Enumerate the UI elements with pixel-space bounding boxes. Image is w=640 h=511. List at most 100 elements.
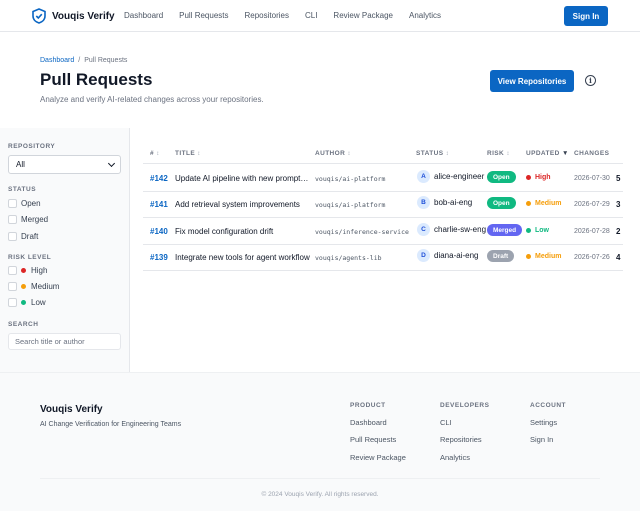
risk-dot-icon xyxy=(526,201,531,206)
shield-check-icon xyxy=(32,8,46,24)
nav-pull-requests[interactable]: Pull Requests xyxy=(179,11,228,20)
risk-option-low[interactable]: Low xyxy=(8,298,46,307)
status-badge: Open xyxy=(487,171,516,183)
table-row[interactable]: #140 Fix model configuration drift vouqis/… xyxy=(0,218,640,244)
pr-author: Aalice-engineer xyxy=(417,170,484,183)
footer-heading-product: PRODUCT xyxy=(350,402,386,409)
avatar: B xyxy=(417,196,430,209)
updated-date: 2026-07-30 xyxy=(574,175,610,182)
table-row[interactable]: #141 Add retrieval system improvements vou… xyxy=(0,191,640,217)
changes-count: 2 xyxy=(616,227,621,236)
risk-dot-icon xyxy=(526,228,531,233)
footer-heading-account: ACCOUNT xyxy=(530,402,566,409)
column-header-status[interactable]: STATUS ↕ xyxy=(416,150,449,157)
risk-label: Low xyxy=(535,227,549,234)
table-row[interactable]: #139 Integrate new tools for agent workfl… xyxy=(0,244,640,270)
changes-count: 5 xyxy=(616,174,621,183)
breadcrumb-current: Pull Requests xyxy=(84,57,128,64)
checkbox[interactable] xyxy=(8,298,17,307)
pr-author: Ddiana-ai-eng xyxy=(417,249,478,262)
nav-review-package[interactable]: Review Package xyxy=(333,11,393,20)
repository-label: REPOSITORY xyxy=(8,143,56,150)
footer-link-settings[interactable]: Settings xyxy=(530,418,557,427)
pr-author: Bbob-ai-eng xyxy=(417,196,472,209)
risk-label: High xyxy=(535,174,551,181)
search-input[interactable]: Search title or author xyxy=(8,333,121,350)
column-header-author[interactable]: AUTHOR ↕ xyxy=(315,150,351,157)
risk-indicator: Medium xyxy=(526,200,561,207)
footer-heading-developers: DEVELOPERS xyxy=(440,402,490,409)
risk-indicator: High xyxy=(526,174,551,181)
pr-number-link[interactable]: #139 xyxy=(150,253,168,262)
avatar: A xyxy=(417,170,430,183)
column-header-number[interactable]: # ↕ xyxy=(150,150,160,157)
footer-link-sign-in[interactable]: Sign In xyxy=(530,435,553,444)
column-header-updated[interactable]: UPDATED ▼ xyxy=(526,150,569,157)
risk-indicator: Medium xyxy=(526,253,561,260)
pr-title[interactable]: Add retrieval system improvements xyxy=(175,200,310,209)
footer-link-pull-requests[interactable]: Pull Requests xyxy=(350,435,396,444)
footer-link-review-package[interactable]: Review Package xyxy=(350,453,406,462)
nav-analytics[interactable]: Analytics xyxy=(409,11,441,20)
breadcrumb-separator: / xyxy=(78,57,81,64)
pr-title[interactable]: Fix model configuration drift xyxy=(175,227,310,236)
status-badge: Merged xyxy=(487,224,523,236)
risk-option-label: Medium xyxy=(31,282,60,291)
view-repositories-button[interactable]: View Repositories xyxy=(490,70,574,92)
author-name: diana-ai-eng xyxy=(434,251,479,260)
risk-dot-icon xyxy=(526,175,531,180)
info-icon[interactable]: i xyxy=(585,75,596,86)
column-header-risk[interactable]: RISK ↕ xyxy=(487,150,510,157)
author-name: alice-engineer xyxy=(434,172,485,181)
footer-link-analytics[interactable]: Analytics xyxy=(440,453,470,462)
changes-count: 4 xyxy=(616,253,621,262)
nav-links: Dashboard Pull Requests Repositories CLI… xyxy=(124,11,457,20)
pr-repository: vouqis/ai-platform xyxy=(315,175,386,183)
risk-label: Medium xyxy=(535,253,562,260)
pr-repository: vouqis/inference-service xyxy=(315,228,409,236)
author-name: charlie-sw-eng xyxy=(434,225,487,234)
pr-title[interactable]: Update AI pipeline with new prompt vers.… xyxy=(175,174,310,183)
nav-repositories[interactable]: Repositories xyxy=(245,11,289,20)
avatar: C xyxy=(417,223,430,236)
sign-in-button[interactable]: Sign In xyxy=(564,6,608,26)
changes-count: 3 xyxy=(616,200,621,209)
pr-number-link[interactable]: #140 xyxy=(150,227,168,236)
risk-dot-icon xyxy=(526,254,531,259)
pr-number-link[interactable]: #141 xyxy=(150,200,168,209)
nav-dashboard[interactable]: Dashboard xyxy=(124,11,163,20)
risk-option-medium[interactable]: Medium xyxy=(8,282,59,291)
copyright: © 2024 Vouqis Verify. All rights reserve… xyxy=(261,491,379,498)
pr-number-link[interactable]: #142 xyxy=(150,174,168,183)
footer-brand: Vouqis Verify xyxy=(40,404,103,415)
breadcrumb-dashboard[interactable]: Dashboard xyxy=(40,57,74,64)
checkbox[interactable] xyxy=(8,282,17,291)
table-divider xyxy=(143,163,623,164)
footer-link-dashboard[interactable]: Dashboard xyxy=(350,418,387,427)
footer-tagline: AI Change Verification for Engineering T… xyxy=(40,421,182,428)
brand-name: Vouqis Verify xyxy=(52,10,115,22)
avatar: D xyxy=(417,249,430,262)
footer-link-repositories[interactable]: Repositories xyxy=(440,435,482,444)
footer-link-cli[interactable]: CLI xyxy=(440,418,452,427)
pr-repository: vouqis/agents-lib xyxy=(315,254,382,262)
table-row[interactable]: #142 Update AI pipeline with new prompt v… xyxy=(0,165,640,191)
column-header-title[interactable]: TITLE ↕ xyxy=(175,150,201,157)
nav-cli[interactable]: CLI xyxy=(305,11,317,20)
pr-repository: vouqis/ai-platform xyxy=(315,201,386,209)
status-badge: Draft xyxy=(487,250,515,262)
risk-label: Medium xyxy=(535,200,562,207)
updated-date: 2026-07-26 xyxy=(574,254,610,261)
updated-date: 2026-07-29 xyxy=(574,201,610,208)
updated-date: 2026-07-28 xyxy=(574,228,610,235)
column-header-changes[interactable]: CHANGES xyxy=(574,150,609,157)
top-navigation: Vouqis Verify Dashboard Pull Requests Re… xyxy=(0,0,640,32)
brand[interactable]: Vouqis Verify xyxy=(32,8,115,24)
pr-title[interactable]: Integrate new tools for agent workflow xyxy=(175,253,310,262)
search-label: SEARCH xyxy=(8,321,39,328)
page-subtitle: Analyze and verify AI-related changes ac… xyxy=(40,95,264,104)
risk-dot-icon xyxy=(21,300,26,305)
breadcrumb: Dashboard / Pull Requests xyxy=(40,57,127,64)
page-title: Pull Requests xyxy=(40,70,153,89)
row-divider xyxy=(143,270,623,271)
